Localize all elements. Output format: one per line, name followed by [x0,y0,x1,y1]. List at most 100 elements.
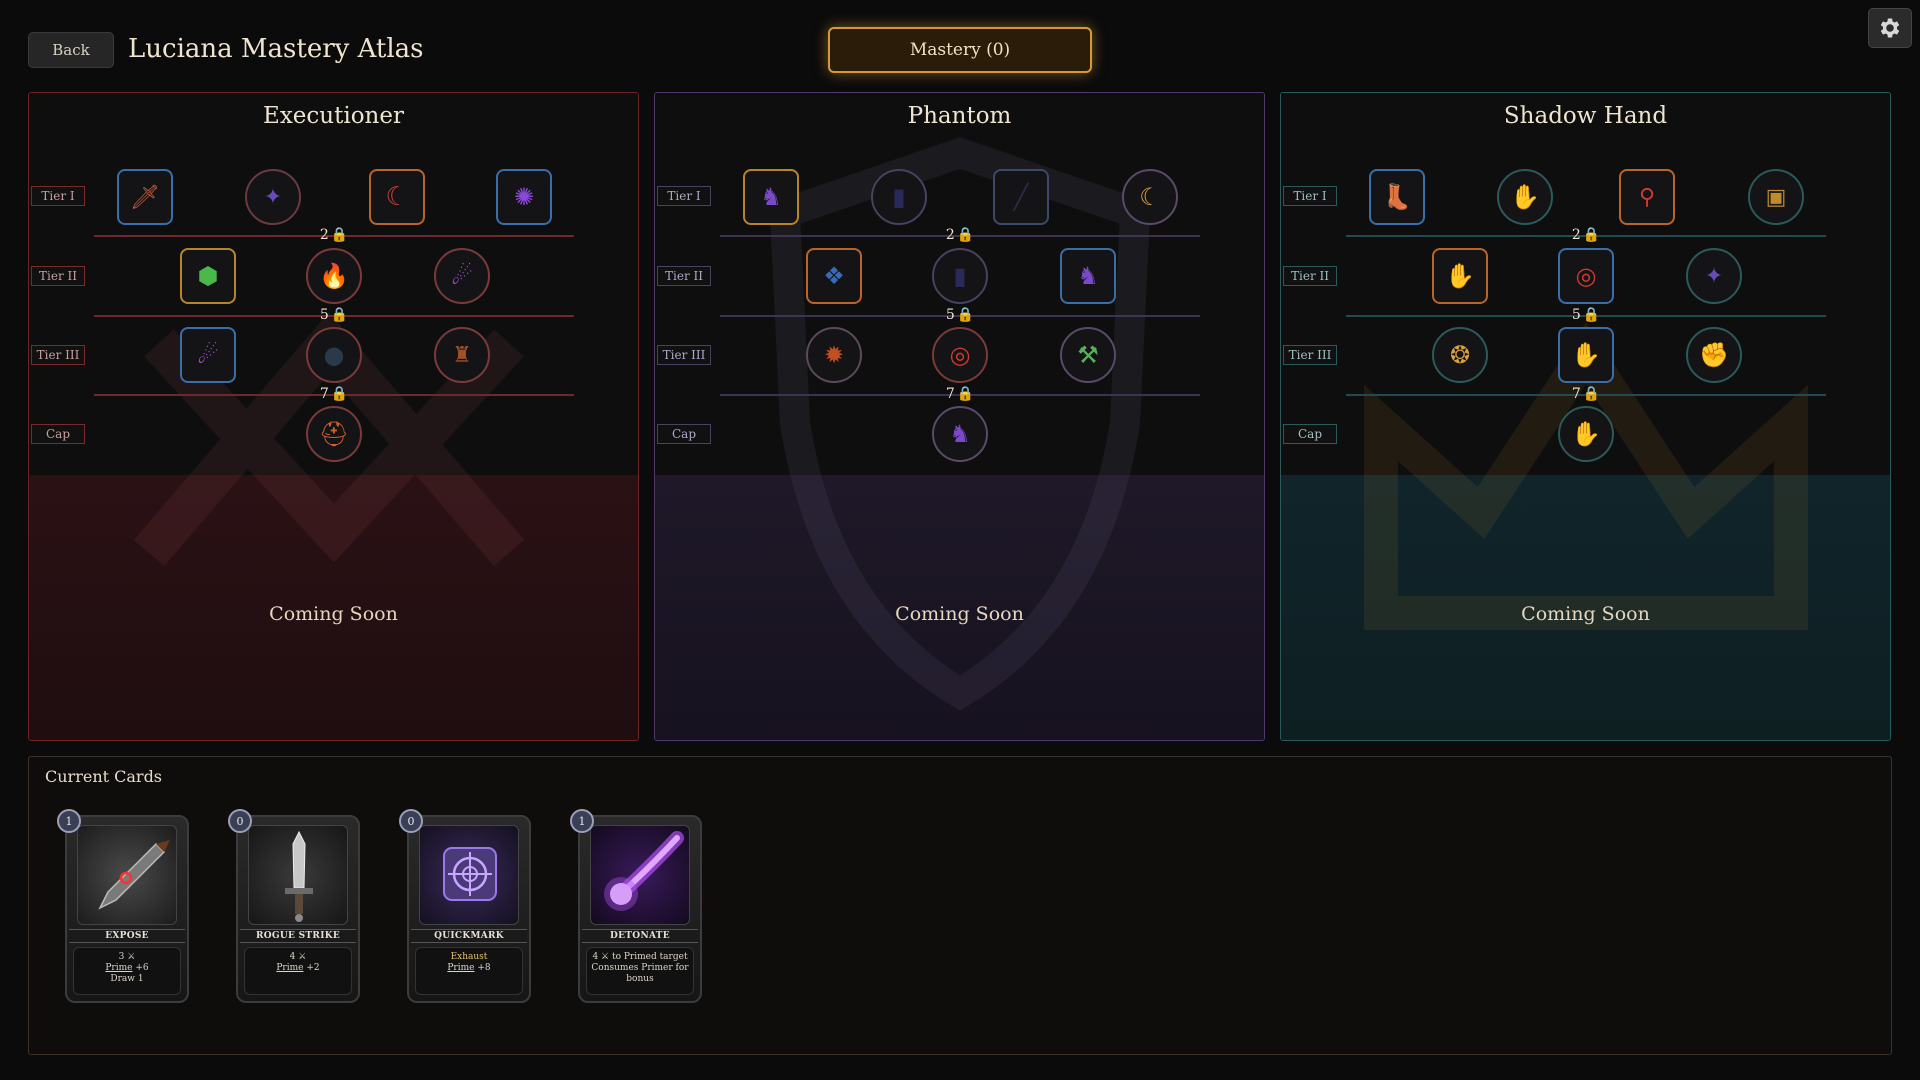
blade-icon: ╱ [1013,183,1029,211]
tier-label: Tier I [31,186,85,206]
skill-node[interactable]: ☄ [434,248,490,304]
skill-node[interactable]: ✋ [1432,248,1488,304]
tier-label: Tier III [1283,345,1337,365]
comet-icon: ☄ [197,341,219,369]
skill-node[interactable]: ⛑ [306,406,362,462]
skill-node[interactable]: 🗡 [117,169,173,225]
skill-node[interactable]: ⚲ [1619,169,1675,225]
skill-node[interactable]: ▮ [871,169,927,225]
card-art [248,825,348,925]
card-detonate[interactable]: 1 Detonate 4 ⚔ to Primed target Consumes… [570,807,702,1007]
cloak-icon: ▮ [892,183,906,211]
skill-node[interactable]: ◎ [1558,248,1614,304]
poison-icon: ⬢ [197,262,219,290]
tree-panel-executioner: Executioner Tier I Tier II Tier III Cap … [28,92,639,741]
lock-icon: 🔒 [956,227,975,243]
comet-icon [604,831,684,911]
tree-title: Phantom [907,103,1012,129]
skill-node[interactable]: ♞ [743,169,799,225]
helm-icon: ⛑ [318,420,350,448]
tier-label: Tier III [31,345,85,365]
tier-gate: 7 🔒 [1571,386,1601,402]
skill-node[interactable]: ❂ [1432,327,1488,383]
lock-icon: 🔒 [1582,227,1601,243]
coming-soon-label: Coming Soon [1521,603,1650,625]
skill-node[interactable]: ⚒ [1060,327,1116,383]
tier-label: Tier I [1283,186,1337,206]
tier-label: Tier II [1283,266,1337,286]
skill-node[interactable]: ✦ [1686,248,1742,304]
skill-node[interactable]: ♞ [1060,248,1116,304]
card-cost: 1 [570,809,594,833]
skill-node[interactable]: ✹ [806,327,862,383]
card-name: Quickmark [411,929,527,943]
card-name: Detonate [582,929,698,943]
tier-gate: 5 🔒 [1571,307,1601,323]
lock-icon: 🔒 [956,386,975,402]
sword-icon [285,830,313,922]
tier-gate: 5 🔒 [319,307,349,323]
card-quickmark[interactable]: 0 Quickmark Exhaust Prime +8 [399,807,531,1007]
current-cards-title: Current Cards [45,767,163,786]
skill-node[interactable]: ▮ [932,248,988,304]
skill-node[interactable]: ♞ [932,406,988,462]
page-title: Luciana Mastery Atlas [128,34,424,64]
shadow-icon: ● [323,341,345,369]
tier-label: Cap [657,424,711,444]
card-name: Rogue Strike [240,929,356,943]
coming-soon-label: Coming Soon [269,603,398,625]
mastery-button[interactable]: Mastery (0) [828,27,1092,73]
skill-node[interactable]: ╱ [993,169,1049,225]
lock-icon: 🔒 [330,227,349,243]
tree-panel-shadow-hand: Shadow Hand Tier I Tier II Tier III Cap … [1280,92,1891,741]
card-cost: 0 [228,809,252,833]
skill-node[interactable]: ♜ [434,327,490,383]
card-art [77,825,177,925]
sigil-icon: ✦ [1704,263,1724,289]
lock-icon: 🔒 [1582,386,1601,402]
back-button[interactable]: Back [28,32,114,68]
crescent-icon: ☾ [1139,183,1161,211]
tree-title: Executioner [263,103,404,129]
card-cost: 0 [399,809,423,833]
skill-node[interactable]: ✋ [1558,327,1614,383]
tree-title: Shadow Hand [1503,103,1668,129]
cloak-icon: ▮ [953,262,967,290]
skill-node[interactable]: ✺ [496,169,552,225]
hand-icon: ✋ [1571,420,1601,448]
skill-node[interactable]: ✊ [1686,327,1742,383]
tier-label: Cap [31,424,85,444]
comet-icon: ☄ [451,262,473,290]
card-description: Exhaust Prime +8 [415,947,523,995]
skill-node[interactable]: 👢 [1369,169,1425,225]
skill-node[interactable]: ✦ [245,169,301,225]
flame-icon: 🔥 [319,262,349,290]
tier-gate: 2 🔒 [945,227,975,243]
card-rogue-strike[interactable]: 0 Rogue Strike 4 ⚔ Prime +2 [228,807,360,1007]
dagger-icon [98,840,170,910]
skill-node[interactable]: 🔥 [306,248,362,304]
skill-node[interactable]: ▣ [1748,169,1804,225]
target-icon: ◎ [1575,262,1597,290]
skill-node[interactable]: ⬢ [180,248,236,304]
gear-icon [1880,18,1900,38]
hand-icon: ✋ [1510,183,1540,211]
card-art [590,825,690,925]
tier-label: Tier II [657,266,711,286]
settings-button[interactable] [1868,8,1912,48]
tome-icon: ▣ [1765,184,1787,210]
card-expose[interactable]: 1 Expose 3 ⚔ Prime +6 Draw 1 [57,807,189,1007]
skill-node[interactable]: ❖ [806,248,862,304]
skill-node[interactable]: ☾ [369,169,425,225]
tier-gate: 2 🔒 [319,227,349,243]
skill-node[interactable]: ☄ [180,327,236,383]
lock-icon: 🔒 [956,307,975,323]
tier-label: Cap [1283,424,1337,444]
skill-node[interactable]: ◎ [932,327,988,383]
skill-node[interactable]: ☾ [1122,169,1178,225]
slash-icon: ☾ [385,182,409,212]
skill-node[interactable]: ✋ [1558,406,1614,462]
card-name: Expose [69,929,185,943]
skill-node[interactable]: ✋ [1497,169,1553,225]
skill-node[interactable]: ● [306,327,362,383]
